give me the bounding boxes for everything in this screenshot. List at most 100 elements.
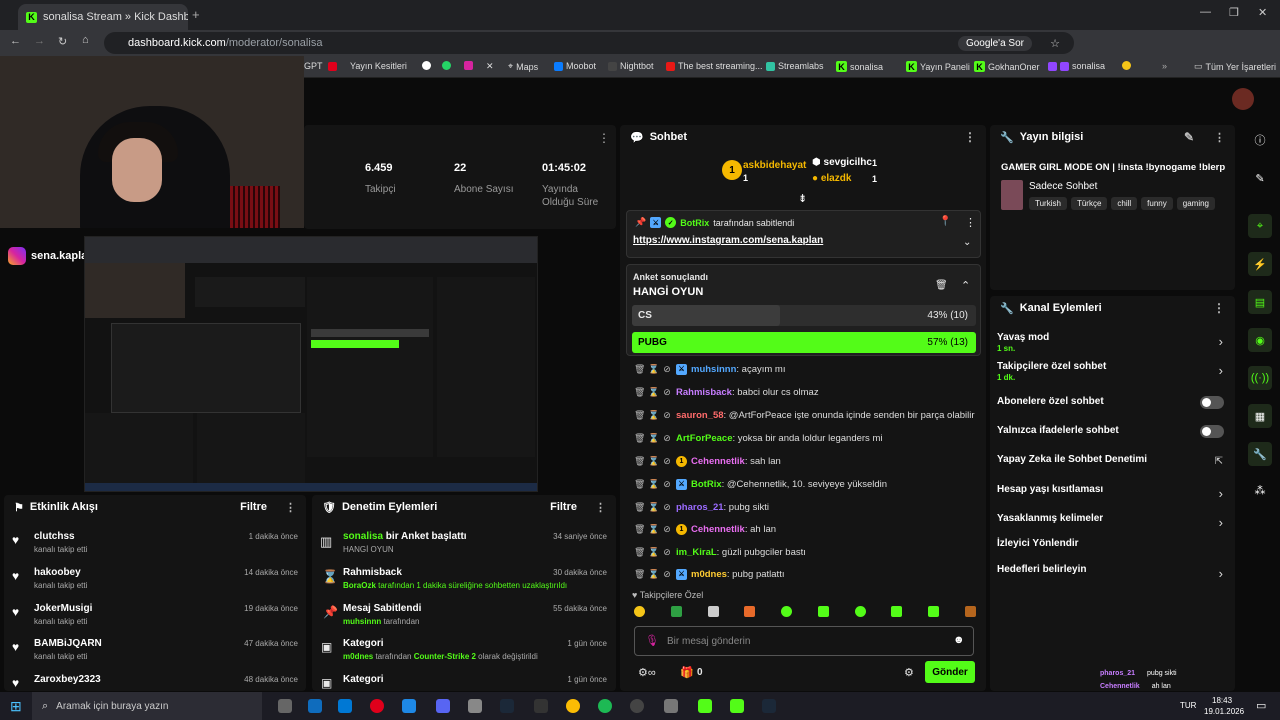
ban-user-icon[interactable]: ⊘	[662, 524, 672, 535]
microphone-icon[interactable]: 🎙	[645, 634, 659, 647]
clock-date[interactable]: 19.01.2026	[1204, 707, 1244, 716]
subscribers-only-toggle[interactable]	[1200, 396, 1224, 409]
goals-action[interactable]: Hedefleri belirleyin ›	[997, 564, 1227, 581]
ban-user-icon[interactable]: ⊘	[662, 547, 672, 558]
app-icon[interactable]	[402, 699, 416, 713]
emoji-bookmark-icon[interactable]	[1122, 61, 1131, 70]
windows-start-icon[interactable]: ⊞	[10, 698, 22, 715]
instagram-icon[interactable]	[464, 61, 473, 70]
x-icon[interactable]: ✕	[486, 61, 494, 72]
timeout-user-icon[interactable]: ⌛	[648, 502, 659, 513]
activity-menu-icon[interactable]: ⋮	[285, 501, 296, 514]
ban-user-icon[interactable]: ⊘	[662, 387, 672, 398]
new-tab-icon[interactable]: +	[192, 7, 200, 22]
moderation-filter-button[interactable]: Filtre	[550, 501, 577, 513]
google-icon[interactable]	[422, 61, 431, 70]
pinned-by-user[interactable]: BotRix	[680, 218, 709, 228]
send-button[interactable]: Gönder	[925, 661, 975, 683]
emote-icon[interactable]	[817, 606, 829, 617]
delete-poll-icon[interactable]: 🗑	[935, 280, 948, 291]
minimize-icon[interactable]: —	[1200, 6, 1211, 18]
emote-icon[interactable]	[634, 606, 645, 617]
focus-icon[interactable]: ⌖	[1248, 214, 1272, 238]
bookmark-item[interactable]: Yayın Kesitleri	[328, 61, 407, 71]
unpin-icon[interactable]: 📍	[939, 216, 951, 227]
google-ask-button[interactable]: Google'a Sor	[957, 35, 1032, 51]
delete-message-icon[interactable]: 🗑	[634, 433, 645, 444]
gifter-sevgicilhc[interactable]: ⬢ sevgicilhc	[812, 157, 872, 168]
emote-icon[interactable]	[964, 606, 976, 617]
ban-user-icon[interactable]: ⊘	[662, 364, 672, 375]
spotify-icon[interactable]	[598, 699, 612, 713]
layout-icon[interactable]: ▦	[1248, 404, 1272, 428]
stream-info-menu-icon[interactable]: ⋮	[1214, 131, 1225, 144]
channel-actions-menu-icon[interactable]: ⋮	[1213, 301, 1225, 315]
store-icon[interactable]	[338, 699, 352, 713]
chat-username[interactable]: sauron_58	[676, 410, 724, 421]
timeout-user-icon[interactable]: ⌛	[648, 479, 659, 490]
chat-username[interactable]: im_KiraL	[676, 547, 717, 558]
delete-message-icon[interactable]: 🗑	[634, 479, 645, 490]
bookmark-item[interactable]: Ksonalisa	[836, 61, 883, 72]
delete-message-icon[interactable]: 🗑	[634, 547, 645, 558]
wrench-icon[interactable]: 🔧	[1248, 442, 1272, 466]
chat-username[interactable]: pharos_21	[676, 502, 724, 513]
stream-preview[interactable]	[84, 236, 538, 492]
pencil-icon[interactable]: ✎	[1248, 166, 1272, 190]
bookmark-item[interactable]: The best streaming...	[666, 61, 763, 71]
collapse-poll-icon[interactable]: ⌃	[961, 279, 970, 292]
delete-message-icon[interactable]: 🗑	[634, 456, 645, 467]
top-gifter-name[interactable]: askbidehayat	[743, 160, 806, 171]
edge-icon[interactable]	[308, 699, 322, 713]
followers-only-action[interactable]: Takipçilere özel sohbet 1 dk. ›	[997, 361, 1227, 382]
url-bar[interactable]: dashboard.kick.com/moderator/sonalisa Go…	[104, 32, 1074, 54]
emote-icon[interactable]	[928, 606, 940, 617]
emote-icon[interactable]	[670, 606, 682, 617]
chat-bubble-icon[interactable]: ◉	[1248, 328, 1272, 352]
chat-username[interactable]: Cehennetlik	[691, 456, 745, 467]
language-indicator[interactable]: TUR	[1180, 701, 1196, 710]
emoji-picker-icon[interactable]: ☻	[953, 634, 965, 646]
delete-message-icon[interactable]: 🗑	[634, 502, 645, 513]
timeout-user-icon[interactable]: ⌛	[648, 524, 659, 535]
pinned-link[interactable]: https://www.instagram.com/sena.kaplan	[633, 235, 823, 246]
bookmark-item[interactable]: Streamlabs	[766, 61, 824, 71]
delete-message-icon[interactable]: 🗑	[634, 364, 645, 375]
bookmark-item[interactable]: K Yayın Paneli	[906, 61, 970, 72]
kick-icon[interactable]	[730, 699, 744, 713]
ban-user-icon[interactable]: ⊘	[662, 479, 672, 490]
notifications-icon[interactable]: ▭	[1256, 699, 1266, 712]
moderation-menu-icon[interactable]: ⋮	[595, 501, 606, 514]
discord-icon[interactable]	[436, 699, 450, 713]
clock-time[interactable]: 18:43	[1212, 696, 1232, 705]
banned-words-action[interactable]: Yasaklanmış kelimeler ›	[997, 513, 1227, 530]
infinity-icon[interactable]: ⚙∞	[638, 666, 656, 679]
app-icon[interactable]	[468, 699, 482, 713]
bookmark-item[interactable]: sonalisa	[1048, 61, 1105, 71]
document-icon[interactable]: ▤	[1248, 290, 1272, 314]
delete-message-icon[interactable]: 🗑	[634, 569, 645, 580]
more-bookmarks-icon[interactable]: »	[1162, 61, 1167, 71]
obs-icon[interactable]	[630, 699, 644, 713]
ban-user-icon[interactable]: ⊘	[662, 410, 672, 421]
chat-username[interactable]: BotRix	[691, 479, 722, 490]
browser-tab[interactable]: K sonalisa Stream » Kick Dashbo ✕	[18, 4, 188, 30]
emote-icon[interactable]	[781, 606, 793, 617]
chat-username[interactable]: Rahmisback	[676, 387, 732, 398]
bookmark-item[interactable]: K GokhanOner	[974, 61, 1040, 72]
delete-message-icon[interactable]: 🗑	[634, 410, 645, 421]
maximize-icon[interactable]: ❐	[1229, 6, 1239, 19]
activity-filter-button[interactable]: Filtre	[240, 501, 267, 513]
kick-icon[interactable]	[698, 699, 712, 713]
chat-username[interactable]: m0dnes	[691, 569, 727, 580]
chat-username[interactable]: Cehennetlik	[691, 524, 745, 535]
raid-action[interactable]: İzleyici Yönlendir	[997, 538, 1227, 549]
timeout-user-icon[interactable]: ⌛	[648, 433, 659, 444]
ban-user-icon[interactable]: ⊘	[662, 433, 672, 444]
emote-icon[interactable]	[891, 606, 903, 617]
expand-pinned-icon[interactable]: ⌄	[963, 237, 971, 248]
reload-icon[interactable]: ↻	[58, 35, 67, 48]
broadcast-icon[interactable]: ((·))	[1248, 366, 1272, 390]
home-icon[interactable]: ⌂	[82, 34, 89, 46]
chat-settings-icon[interactable]: ⚙	[904, 666, 914, 679]
